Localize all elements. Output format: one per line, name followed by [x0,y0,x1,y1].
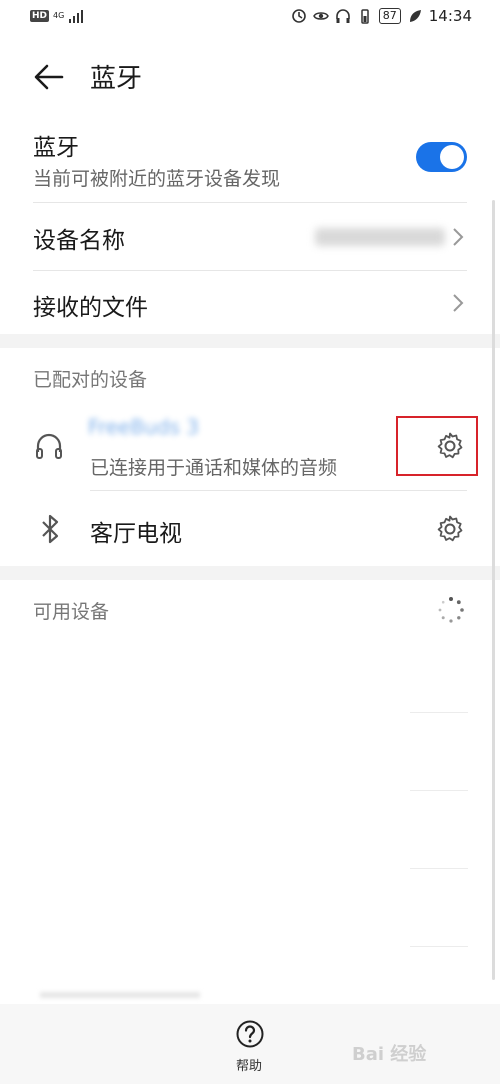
faint-list-item [40,992,200,998]
status-left: HD 4G [30,8,84,24]
list-separator [410,712,468,713]
divider [33,270,467,271]
highlight-box [396,416,478,476]
watermark: Bai 经验 [352,1044,427,1065]
bluetooth-label: 蓝牙 [33,135,79,161]
battery-saver-icon [361,9,369,24]
battery-level: 87 [378,8,401,24]
list-separator [410,790,468,791]
help-icon[interactable] [235,1019,265,1049]
leaf-icon [409,10,421,22]
help-label[interactable]: 帮助 [236,1055,262,1074]
status-right: 87 14:34 [291,7,472,25]
hd-badge: HD [30,10,50,22]
headphones-icon [36,433,62,459]
alarm-icon [291,9,306,23]
status-time: 14:34 [428,7,472,25]
bluetooth-description: 当前可被附近的蓝牙设备发现 [33,168,281,190]
received-files-label: 接收的文件 [33,295,148,321]
chevron-right-icon [453,294,464,312]
paired-device-name-blurred: FreeBuds 3 [88,415,200,439]
divider [33,202,467,203]
paired-device-status: 已连接用于通话和媒体的音频 [90,457,338,479]
section-gap [0,566,500,580]
switch-knob [440,145,464,169]
chevron-right-icon [453,228,464,246]
list-separator [410,946,468,947]
network-type: 4G [53,11,65,20]
received-files-row[interactable]: 接收的文件 [0,272,500,334]
bluetooth-icon [42,514,59,544]
page-title: 蓝牙 [90,64,143,94]
scrollbar[interactable] [492,200,495,980]
signal-icon [69,10,84,23]
headphones-status-icon [335,9,350,23]
paired-section-title: 已配对的设备 [33,369,148,391]
back-arrow-icon[interactable] [32,60,66,94]
section-gap [0,334,500,348]
loading-spinner-icon [438,597,464,623]
available-section-title: 可用设备 [33,601,110,623]
title-bar: 蓝牙 [0,52,500,102]
device-name-value-blurred [315,228,445,246]
device-name-label: 设备名称 [33,228,125,254]
paired-device-name: 客厅电视 [90,521,182,547]
gear-icon[interactable] [435,514,465,544]
bluetooth-switch[interactable] [416,142,467,172]
divider [90,490,467,491]
list-separator [410,868,468,869]
paired-device-row-tv[interactable]: 客厅电视 [0,492,500,566]
eye-icon [312,12,329,20]
status-bar: HD 4G 87 14:34 [0,0,500,34]
